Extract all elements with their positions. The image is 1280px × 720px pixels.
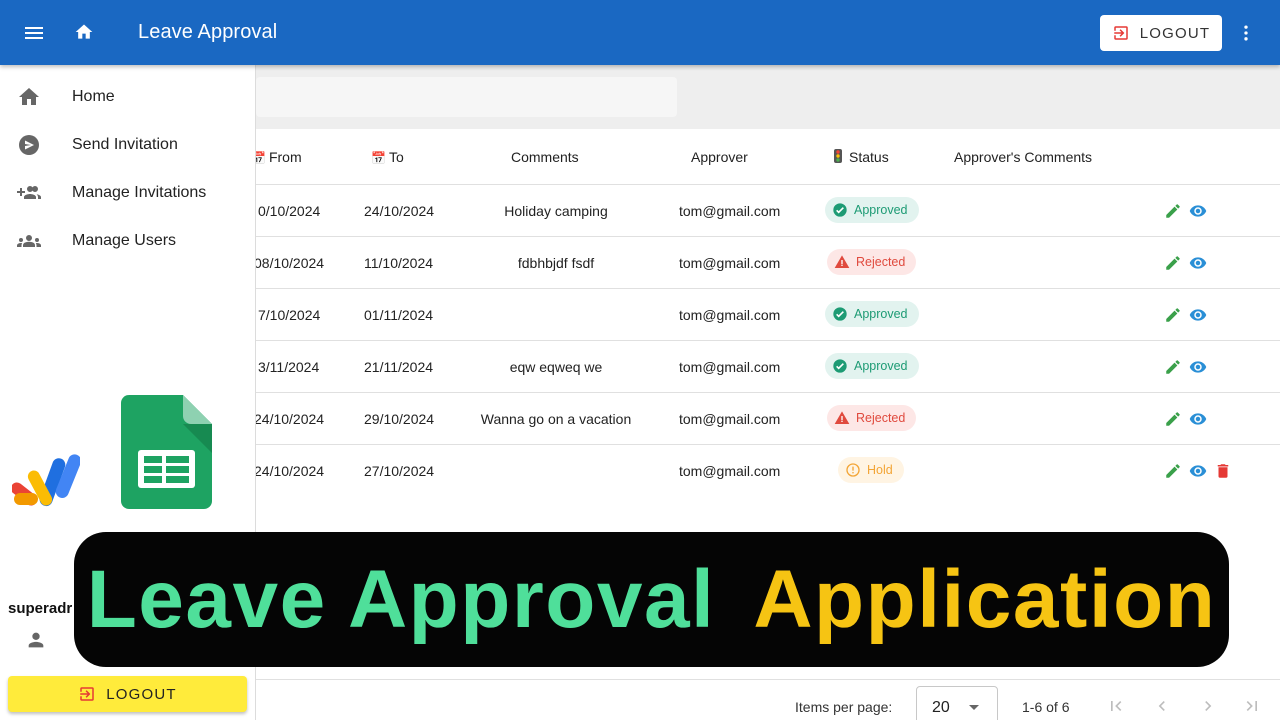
- cell-approver: tom@gmail.com: [679, 463, 781, 479]
- cell-from: 24/10/2024: [254, 411, 325, 427]
- items-per-page-value: 20: [932, 699, 950, 716]
- cell-approver: tom@gmail.com: [679, 255, 781, 271]
- check-circle-icon: [833, 307, 847, 321]
- status-badge: Rejected: [827, 405, 917, 431]
- cell-to: 29/10/2024: [364, 411, 435, 427]
- previous-page-icon[interactable]: [1152, 696, 1172, 716]
- cell-from: 08/10/2024: [254, 255, 325, 271]
- home-icon: [19, 88, 39, 105]
- cell-comments: eqw eqweq we: [509, 359, 603, 375]
- sidebar-item-manage-users[interactable]: Manage Users: [0, 217, 255, 265]
- logout-icon: [80, 687, 94, 701]
- status-badge: Rejected: [827, 249, 917, 275]
- view-icon[interactable]: [1189, 202, 1207, 220]
- status-badge: Approved: [825, 353, 919, 379]
- edit-icon[interactable]: [1164, 254, 1182, 272]
- group-add-icon: [17, 186, 41, 199]
- cell-to: 24/10/2024: [364, 203, 435, 219]
- row-divider: [256, 444, 1280, 445]
- sidebar-item-send-invitation[interactable]: Send Invitation: [0, 121, 255, 169]
- top-app-bar: Leave Approval LOGOUT: [0, 0, 1280, 65]
- cell-comments: Holiday camping: [504, 203, 608, 219]
- cell-from: 24/10/2024: [254, 463, 325, 479]
- edit-icon[interactable]: [1164, 306, 1182, 324]
- cell-to: 21/11/2024: [364, 359, 434, 375]
- view-icon[interactable]: [1189, 358, 1207, 376]
- edit-icon[interactable]: [1164, 410, 1182, 428]
- last-page-icon[interactable]: [1242, 696, 1262, 716]
- traffic-light-icon: [834, 149, 842, 163]
- cell-approver: tom@gmail.com: [679, 307, 781, 323]
- sidebar-logout-label: LOGOUT: [106, 685, 177, 703]
- dropdown-arrow-icon: [969, 705, 979, 710]
- header-to[interactable]: 📅 To: [371, 149, 404, 165]
- title-banner: Leave Approval Application: [74, 532, 1229, 667]
- row-divider: [256, 288, 1280, 289]
- row-divider: [256, 340, 1280, 341]
- people-icon: [17, 235, 41, 247]
- banner-text-primary: Leave Approval: [86, 553, 716, 645]
- app-title: Leave Approval: [138, 21, 278, 43]
- edit-icon[interactable]: [1164, 462, 1182, 480]
- next-page-icon[interactable]: [1198, 696, 1218, 716]
- logout-button[interactable]: LOGOUT: [1100, 15, 1222, 51]
- items-per-page-label: Items per page:: [795, 699, 893, 715]
- sidebar-item-home[interactable]: Home: [0, 73, 255, 121]
- cell-from: 0/10/2024: [258, 203, 321, 219]
- header-approver[interactable]: Approver: [691, 149, 748, 165]
- check-circle-icon: [833, 203, 847, 217]
- header-divider: [256, 184, 1280, 185]
- banner-text-secondary: Application: [753, 553, 1217, 645]
- delete-icon[interactable]: [1214, 462, 1232, 480]
- cell-approver: tom@gmail.com: [679, 411, 781, 427]
- home-icon[interactable]: [74, 22, 94, 42]
- header-status[interactable]: Status: [834, 149, 889, 165]
- edit-icon[interactable]: [1164, 358, 1182, 376]
- cell-comments: Wanna go on a vacation: [480, 411, 632, 427]
- sidebar-item-manage-invitations[interactable]: Manage Invitations: [0, 169, 255, 217]
- items-per-page-select[interactable]: 20: [916, 686, 998, 720]
- header-comments[interactable]: Comments: [511, 149, 579, 165]
- calendar-icon: 📅: [371, 151, 386, 165]
- cell-approver: tom@gmail.com: [679, 203, 781, 219]
- header-from[interactable]: 📅 From: [251, 149, 302, 165]
- cell-to: 01/11/2024: [364, 307, 434, 323]
- edit-icon[interactable]: [1164, 202, 1182, 220]
- status-badge: Approved: [825, 197, 919, 223]
- google-sheets-logo: [121, 395, 212, 509]
- status-badge: Hold: [838, 457, 904, 483]
- header-approver-comments[interactable]: Approver's Comments: [954, 149, 1092, 165]
- warning-icon: [834, 411, 850, 424]
- row-divider: [256, 392, 1280, 393]
- user-name: superadr: [8, 600, 73, 617]
- row-divider: [256, 236, 1280, 237]
- cell-to: 11/10/2024: [364, 255, 434, 271]
- view-icon[interactable]: [1189, 306, 1207, 324]
- first-page-icon[interactable]: [1106, 696, 1126, 716]
- search-input[interactable]: [256, 77, 677, 117]
- warning-icon: [834, 255, 850, 268]
- view-icon[interactable]: [1189, 410, 1207, 428]
- more-vert-icon[interactable]: [1236, 22, 1256, 44]
- logout-icon: [1113, 26, 1128, 40]
- view-icon[interactable]: [1189, 462, 1207, 480]
- sidebar-logout-button[interactable]: LOGOUT: [8, 676, 247, 712]
- apps-script-logo: [12, 454, 80, 507]
- logout-label: LOGOUT: [1139, 24, 1211, 42]
- error-outline-icon: [846, 463, 860, 477]
- cell-comments: fdbhbjdf fsdf: [517, 255, 595, 271]
- menu-icon[interactable]: [22, 21, 46, 45]
- paginator-divider: [256, 679, 1280, 680]
- cell-to: 27/10/2024: [364, 463, 435, 479]
- send-icon: [19, 135, 39, 155]
- view-icon[interactable]: [1189, 254, 1207, 272]
- status-badge: Approved: [825, 301, 919, 327]
- cell-from: 3/11/2024: [258, 359, 320, 375]
- person-icon: [28, 632, 44, 648]
- cell-approver: tom@gmail.com: [679, 359, 781, 375]
- page-range: 1-6 of 6: [1022, 699, 1070, 715]
- cell-from: 7/10/2024: [258, 307, 321, 323]
- check-circle-icon: [833, 359, 847, 373]
